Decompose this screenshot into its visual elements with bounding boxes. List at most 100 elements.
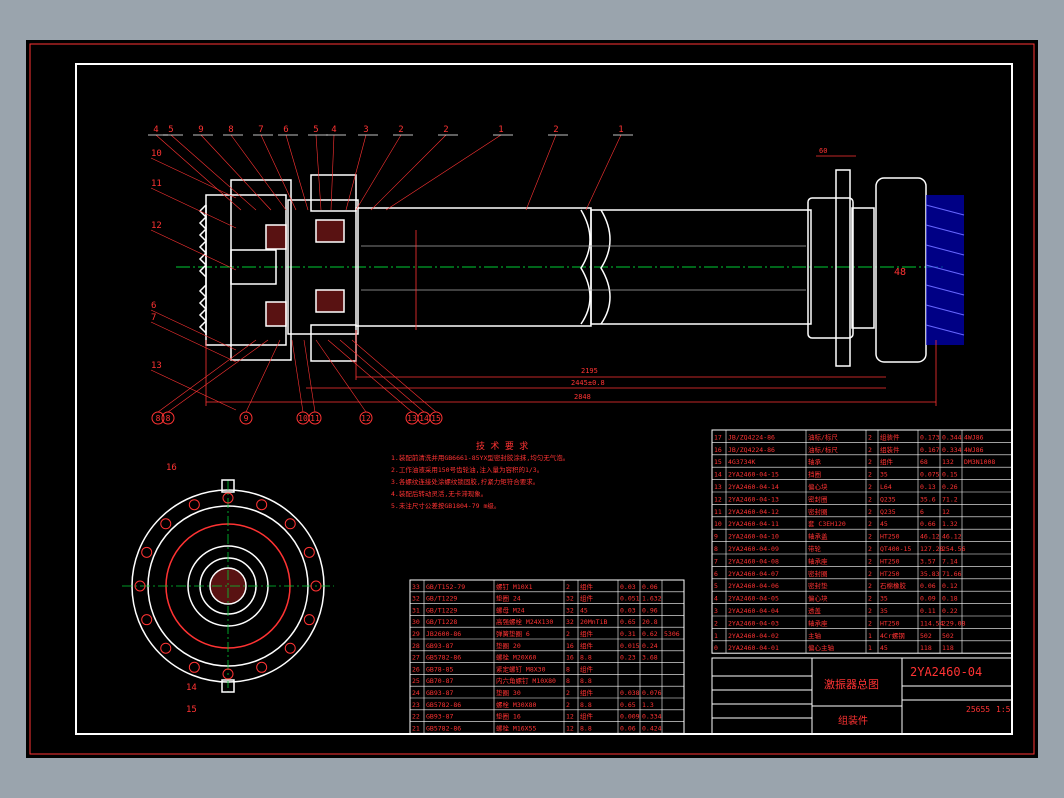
- table-cell: 套 C3EH120: [808, 519, 846, 528]
- table-cell: 1.632: [642, 595, 662, 603]
- table-cell: 轴承盖: [808, 532, 828, 541]
- table-cell: 15: [714, 458, 722, 466]
- parts-table-right: 17 JB/ZQ4224-86 油标/标尺 2 组装件 0.173 0.344 4WJ8616…: [711, 429, 1013, 654]
- table-cell: 8.8: [580, 654, 592, 662]
- table-cell: 32: [566, 618, 574, 626]
- table-cell: 紧定螺钉 M8X30: [496, 664, 546, 673]
- table-cell: 1: [868, 632, 872, 640]
- table-cell: 2: [714, 619, 718, 627]
- table-cell: 螺母 M24: [496, 605, 525, 614]
- table-cell: 12: [566, 724, 574, 732]
- table-cell: 轴承座: [808, 618, 828, 627]
- table-cell: 1.32: [942, 520, 958, 528]
- table-cell: 油标/标尺: [808, 445, 838, 454]
- table-cell: 高强螺栓 M24X130: [496, 617, 553, 626]
- bolt-hole: [141, 614, 153, 626]
- title-drawing-no: 2YA2460-04: [910, 665, 982, 679]
- bolt-hole: [160, 642, 172, 654]
- top-balloon-label: 9: [198, 125, 203, 135]
- bolt-hole: [256, 661, 268, 673]
- table-cell: 2YA2460-04-01: [728, 644, 779, 652]
- table-cell: 2: [868, 570, 872, 578]
- bottom-balloon: 14: [417, 411, 431, 425]
- table-cell: 0.06: [642, 583, 658, 591]
- table-cell: 68: [920, 458, 928, 466]
- table-cell: 45: [880, 644, 888, 652]
- table-cell: 502: [920, 632, 932, 640]
- table-cell: 2YA2460-04-09: [728, 545, 779, 553]
- table-cell: 密封圈: [808, 494, 828, 503]
- bottom-balloon-group: 8 8 9 10 11 12 13 14 15: [151, 339, 443, 425]
- title-weight: 25655: [966, 705, 990, 714]
- table-cell: 轴承: [808, 457, 822, 466]
- table-cell: 0.173: [920, 433, 940, 441]
- table-cell: HT250: [880, 533, 900, 541]
- table-cell: GB5782-86: [426, 654, 461, 662]
- table-cell: 0.65: [620, 701, 636, 709]
- table-cell: 垫圈 16: [496, 712, 521, 721]
- table-cell: HT250: [880, 557, 900, 565]
- table-cell: 0.22: [942, 607, 958, 615]
- bottom-balloon: 13: [405, 411, 419, 425]
- table-cell: 2YA2460-04-11: [728, 520, 779, 528]
- table-cell: 8.8: [580, 677, 592, 685]
- left-label: 12: [151, 221, 162, 231]
- balloon-label: 14: [419, 414, 429, 423]
- balloon-label: 8: [166, 414, 171, 423]
- table-cell: GB5782-86: [426, 701, 461, 709]
- table-cell: 带轮: [808, 544, 822, 553]
- bolt-hole: [303, 614, 315, 626]
- table-cell: 21: [412, 724, 420, 732]
- table-cell: 2: [566, 630, 570, 638]
- table-cell: 35: [880, 595, 888, 603]
- left-label: 6: [151, 301, 156, 311]
- title-kind: 组装件: [838, 714, 868, 727]
- table-cell: 16: [566, 654, 574, 662]
- table-cell: 0.167: [920, 446, 940, 454]
- balloon-label: 9: [244, 414, 249, 423]
- balloon-label: 8: [156, 414, 161, 423]
- table-cell: 35.83: [920, 570, 940, 578]
- section-label: 14: [186, 683, 197, 693]
- table-cell: 8.8: [580, 701, 592, 709]
- top-balloon-label: 3: [363, 125, 368, 135]
- table-cell: 10: [714, 520, 722, 528]
- table-cell: 组装件: [880, 432, 900, 441]
- table-cell: 组件: [580, 712, 594, 721]
- table-cell: 垫圈 24: [496, 594, 521, 603]
- table-cell: 0.038: [620, 689, 640, 697]
- table-cell: 1: [714, 632, 718, 640]
- top-balloon-label: 1: [498, 125, 503, 135]
- table-cell: 0.075: [920, 471, 940, 479]
- balloon-label: 13: [407, 414, 417, 423]
- table-cell: 32: [412, 595, 420, 603]
- tech-line: 5.未注尺寸公差按GB1804-79 m级。: [391, 501, 500, 510]
- table-cell: 0.06: [920, 582, 936, 590]
- dim-d5: 48: [894, 267, 906, 278]
- top-balloon-label: 1: [618, 125, 623, 135]
- table-cell: 组件: [580, 629, 594, 638]
- table-cell: 502: [942, 632, 954, 640]
- table-cell: 1: [868, 644, 872, 652]
- table-cell: 35: [880, 607, 888, 615]
- table-cell: 偏心块: [808, 594, 828, 603]
- table-cell: 0.051: [620, 595, 640, 603]
- section-view: [122, 479, 334, 693]
- left-label: 10: [151, 149, 162, 159]
- table-cell: 35: [880, 471, 888, 479]
- balloon-label: 11: [310, 414, 320, 423]
- table-cell: 22: [412, 713, 420, 721]
- tech-line: 3.各螺纹连接处涂螺纹锁固胶,拧紧力矩符合要求。: [391, 477, 539, 486]
- table-cell: 2YA2460-04-15: [728, 471, 779, 479]
- table-cell: 4G3734K: [728, 458, 755, 466]
- table-cell: Q235: [880, 495, 896, 503]
- table-cell: 2: [868, 483, 872, 491]
- table-cell: 31: [412, 606, 420, 614]
- table-cell: GB/T1229: [426, 606, 457, 614]
- table-cell: 7: [714, 557, 718, 565]
- balloon-label: 10: [298, 414, 308, 423]
- bolt-hole: [188, 661, 200, 673]
- top-balloon-label: 6: [283, 125, 288, 135]
- table-cell: 轴承座: [808, 556, 828, 565]
- section-label: 15: [186, 705, 197, 715]
